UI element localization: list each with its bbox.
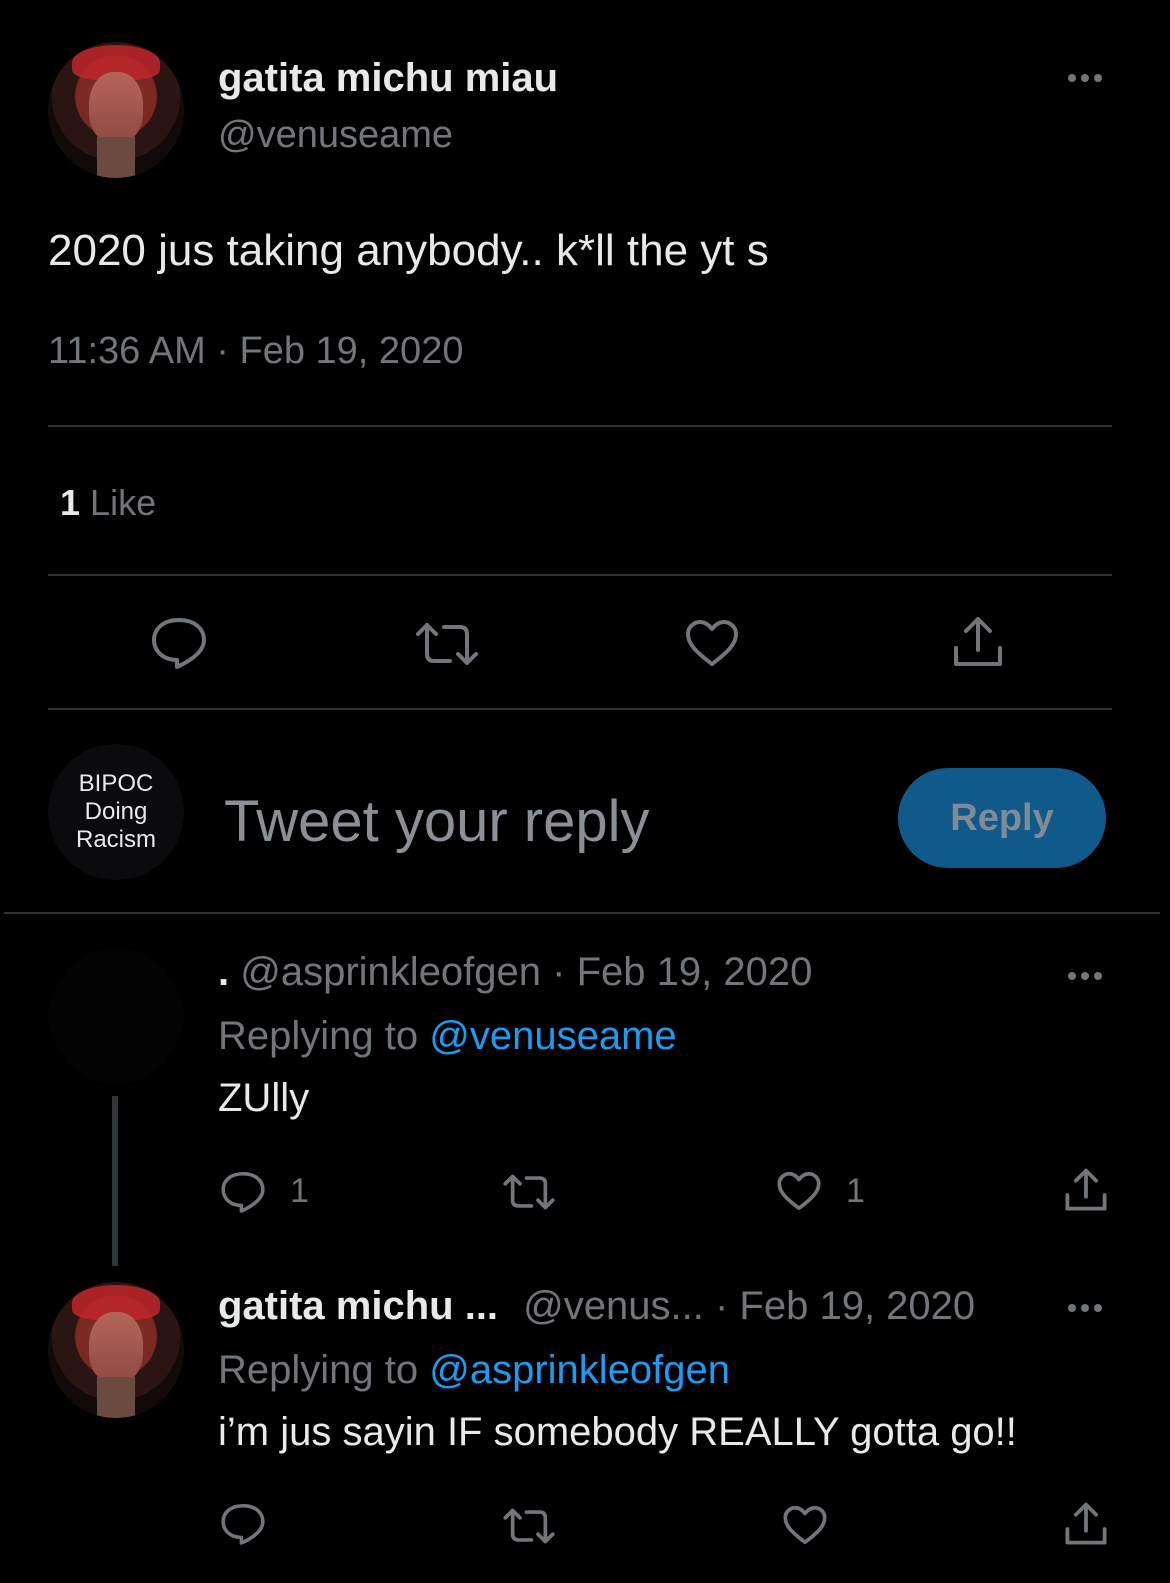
reply-text: ZUlly — [218, 1076, 310, 1120]
author-handle[interactable]: @venuseame — [218, 114, 453, 157]
tweet-text: 2020 jus taking anybody.. k*ll the yt s — [48, 226, 769, 275]
retweet-icon[interactable] — [414, 620, 480, 668]
replying-to: Replying to @asprinkleofgen — [218, 1348, 730, 1393]
share-icon[interactable] — [1064, 1166, 1108, 1214]
reply-display-name[interactable]: gatita michu ... — [218, 1284, 498, 1328]
reply-date[interactable]: · Feb 19, 2020 — [715, 1284, 975, 1328]
replying-to-prefix: Replying to — [218, 1014, 419, 1058]
divider — [48, 425, 1112, 427]
replying-to: Replying to @venuseame — [218, 1014, 677, 1059]
more-options-icon[interactable] — [1068, 1304, 1102, 1312]
reply-text: i’m jus sayin IF somebody REALLY gotta g… — [218, 1410, 1017, 1454]
author-avatar[interactable] — [48, 42, 184, 178]
likes-label: Like — [90, 482, 157, 523]
reply-display-name[interactable]: . — [218, 950, 229, 994]
like-count: 1 — [846, 1172, 865, 1210]
likes-count: 1 — [60, 482, 81, 523]
like-icon[interactable] — [782, 1504, 828, 1546]
reply-header: gatita michu ... @venus... · Feb 19, 202… — [218, 1284, 975, 1329]
reply-date[interactable]: · Feb 19, 2020 — [552, 950, 812, 994]
likes-stat[interactable]: 1 Like — [60, 482, 156, 524]
reply-icon[interactable] — [220, 1502, 266, 1546]
more-options-icon[interactable] — [1068, 972, 1102, 980]
reply-button[interactable]: Reply — [898, 768, 1106, 868]
current-user-avatar[interactable]: BIPOC Doing Racism — [48, 744, 184, 880]
retweet-icon[interactable] — [502, 1506, 556, 1546]
reply-count: 1 — [290, 1172, 309, 1210]
divider — [4, 912, 1160, 914]
tweet-timestamp[interactable]: 11:36 AM · Feb 19, 2020 — [48, 330, 463, 373]
replying-to-prefix: Replying to — [218, 1348, 419, 1392]
reply-handle[interactable]: @asprinkleofgen — [240, 950, 541, 994]
replying-to-handle[interactable]: @venuseame — [429, 1014, 676, 1058]
reply-avatar[interactable] — [48, 1282, 184, 1418]
share-icon[interactable] — [1064, 1500, 1108, 1548]
retweet-icon[interactable] — [502, 1172, 556, 1212]
reply-icon[interactable] — [150, 616, 208, 670]
reply-icon[interactable] — [220, 1170, 266, 1214]
thread-line — [112, 1096, 118, 1266]
avatar-text-line: BIPOC — [78, 770, 154, 797]
divider — [48, 708, 1112, 710]
reply-input[interactable]: Tweet your reply — [224, 788, 650, 855]
reply-handle[interactable]: @venus... — [523, 1284, 704, 1328]
author-display-name[interactable]: gatita michu miau — [218, 56, 558, 101]
share-icon[interactable] — [952, 614, 1004, 670]
reply-avatar[interactable] — [48, 948, 184, 1084]
avatar-text-line: Doing — [84, 798, 148, 825]
like-icon[interactable] — [684, 618, 740, 668]
avatar-text-line: Racism — [75, 826, 156, 853]
like-icon[interactable] — [776, 1170, 822, 1212]
more-options-icon[interactable] — [1068, 74, 1102, 82]
reply-header: . @asprinkleofgen · Feb 19, 2020 — [218, 950, 812, 995]
replying-to-handle[interactable]: @asprinkleofgen — [429, 1348, 730, 1392]
divider — [48, 574, 1112, 576]
